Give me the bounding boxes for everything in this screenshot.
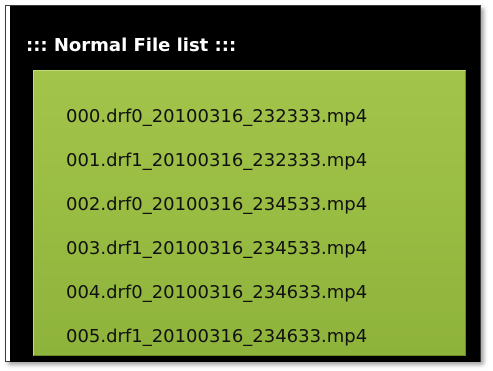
file-list-item[interactable]: 005.drf1_20100316_234633.mp4: [66, 315, 367, 359]
file-list-box: 000.drf0_20100316_232333.mp4 001.drf1_20…: [33, 70, 466, 356]
file-list-item[interactable]: 000.drf0_20100316_232333.mp4: [66, 95, 367, 139]
file-list-item[interactable]: 001.drf1_20100316_232333.mp4: [66, 139, 367, 183]
file-list-item[interactable]: 002.drf0_20100316_234533.mp4: [66, 183, 367, 227]
file-list-item[interactable]: 003.drf1_20100316_234533.mp4: [66, 227, 367, 271]
file-list-item[interactable]: 004.drf0_20100316_234633.mp4: [66, 271, 367, 315]
file-list: 000.drf0_20100316_232333.mp4 001.drf1_20…: [66, 95, 367, 359]
panel-title: ::: Normal File list :::: [26, 35, 237, 56]
